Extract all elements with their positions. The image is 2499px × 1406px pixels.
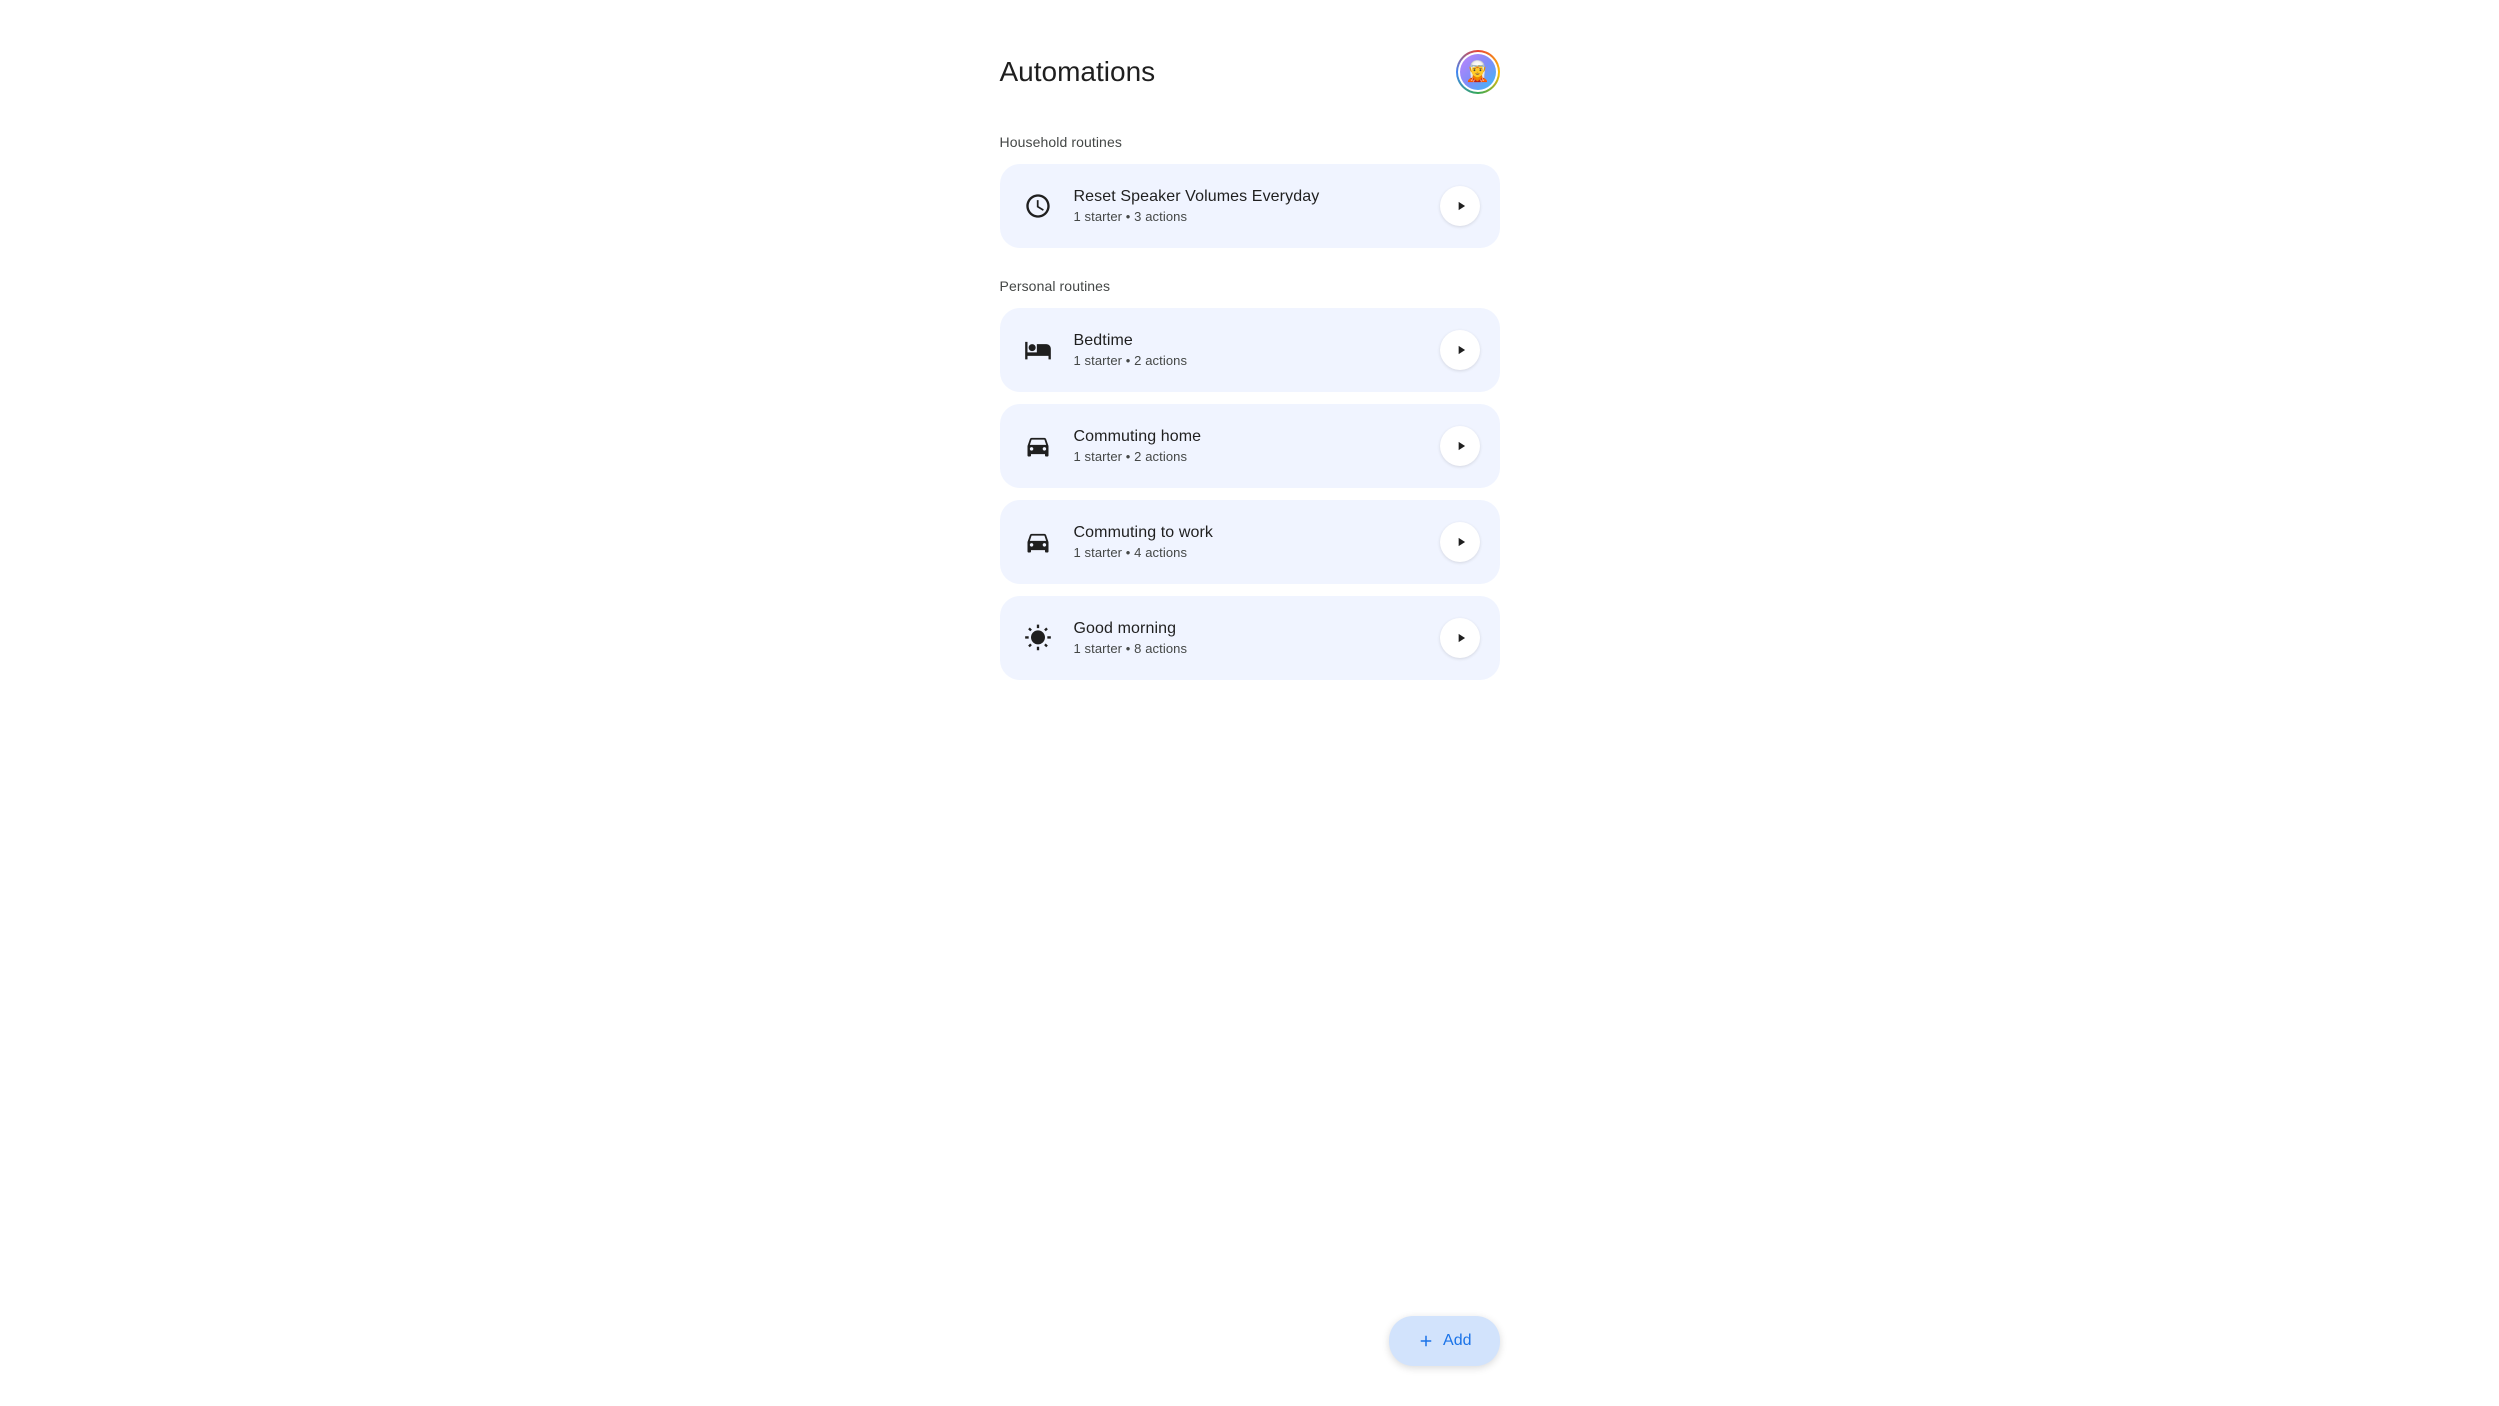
page-title: Automations: [1000, 56, 1156, 88]
sun-icon: [1020, 620, 1056, 656]
play-icon: [1454, 343, 1468, 357]
routine-left-bedtime: Bedtime 1 starter • 2 actions: [1020, 332, 1188, 368]
routine-meta-bedtime: 1 starter • 2 actions: [1074, 353, 1188, 368]
routine-info-good-morning: Good morning 1 starter • 8 actions: [1074, 620, 1188, 656]
bed-icon: [1020, 332, 1056, 368]
avatar[interactable]: 🧝: [1456, 50, 1500, 94]
routine-info-commuting-work: Commuting to work 1 starter • 4 actions: [1074, 524, 1214, 560]
routine-name-commuting-work: Commuting to work: [1074, 524, 1214, 542]
routine-meta-commuting-work: 1 starter • 4 actions: [1074, 545, 1214, 560]
play-icon: [1454, 631, 1468, 645]
play-button-bedtime[interactable]: [1440, 330, 1480, 370]
add-button[interactable]: Add: [1389, 1316, 1499, 1366]
avatar-inner: 🧝: [1460, 54, 1496, 90]
plus-icon: [1417, 1332, 1435, 1350]
routine-info-commuting-home: Commuting home 1 starter • 2 actions: [1074, 428, 1202, 464]
routine-card-bedtime[interactable]: Bedtime 1 starter • 2 actions: [1000, 308, 1500, 392]
section-household: Household routines Reset Speaker Volumes …: [1000, 134, 1500, 248]
page-container: Automations 🧝 Household routines Reset Sp…: [1000, 40, 1500, 1346]
routine-name-good-morning: Good morning: [1074, 620, 1188, 638]
play-button-commuting-home[interactable]: [1440, 426, 1480, 466]
section-title-household: Household routines: [1000, 134, 1500, 150]
routine-left-commuting-work: Commuting to work 1 starter • 4 actions: [1020, 524, 1214, 560]
routine-info-bedtime: Bedtime 1 starter • 2 actions: [1074, 332, 1188, 368]
car-work-icon: [1020, 524, 1056, 560]
routine-meta-commuting-home: 1 starter • 2 actions: [1074, 449, 1202, 464]
routine-info-reset-speaker: Reset Speaker Volumes Everyday 1 starter …: [1074, 188, 1320, 224]
routine-name-commuting-home: Commuting home: [1074, 428, 1202, 446]
routine-left-reset-speaker: Reset Speaker Volumes Everyday 1 starter …: [1020, 188, 1320, 224]
sections-container: Household routines Reset Speaker Volumes …: [1000, 134, 1500, 680]
car-home-icon: [1020, 428, 1056, 464]
routine-meta-reset-speaker: 1 starter • 3 actions: [1074, 209, 1320, 224]
routine-card-reset-speaker[interactable]: Reset Speaker Volumes Everyday 1 starter …: [1000, 164, 1500, 248]
routine-name-bedtime: Bedtime: [1074, 332, 1188, 350]
play-button-reset-speaker[interactable]: [1440, 186, 1480, 226]
routine-name-reset-speaker: Reset Speaker Volumes Everyday: [1074, 188, 1320, 206]
play-icon: [1454, 439, 1468, 453]
play-button-good-morning[interactable]: [1440, 618, 1480, 658]
routine-left-commuting-home: Commuting home 1 starter • 2 actions: [1020, 428, 1202, 464]
routine-card-commuting-work[interactable]: Commuting to work 1 starter • 4 actions: [1000, 500, 1500, 584]
routine-card-commuting-home[interactable]: Commuting home 1 starter • 2 actions: [1000, 404, 1500, 488]
clock-icon: [1020, 188, 1056, 224]
avatar-emoji: 🧝: [1465, 62, 1490, 82]
play-button-commuting-work[interactable]: [1440, 522, 1480, 562]
add-button-label: Add: [1443, 1332, 1471, 1350]
section-personal: Personal routines Bedtime 1 starter • 2 ac…: [1000, 278, 1500, 680]
section-title-personal: Personal routines: [1000, 278, 1500, 294]
play-icon: [1454, 535, 1468, 549]
play-icon: [1454, 199, 1468, 213]
routine-meta-good-morning: 1 starter • 8 actions: [1074, 641, 1188, 656]
page-header: Automations 🧝: [1000, 40, 1500, 94]
routine-left-good-morning: Good morning 1 starter • 8 actions: [1020, 620, 1188, 656]
routine-card-good-morning[interactable]: Good morning 1 starter • 8 actions: [1000, 596, 1500, 680]
